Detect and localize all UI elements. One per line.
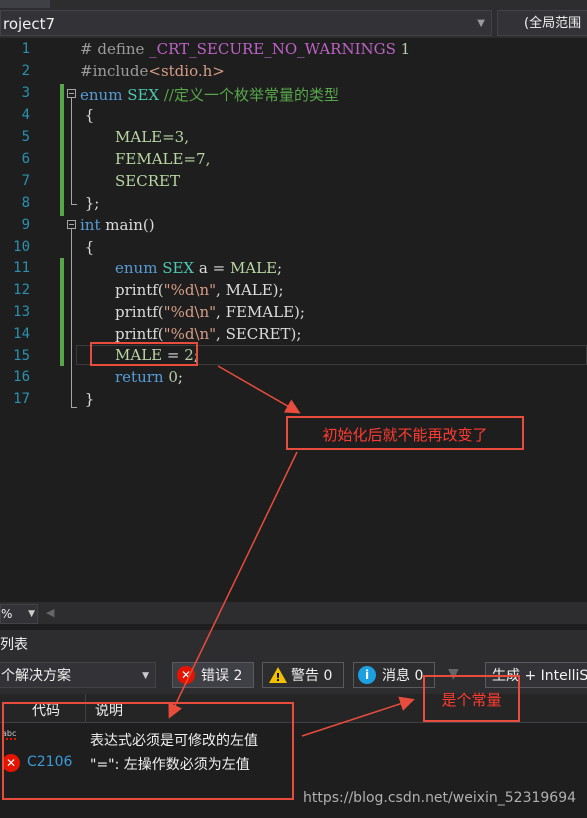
arrow-line [301, 696, 415, 737]
watermark: https://blog.csdn.net/weixin_52319694 [303, 790, 577, 806]
arrow-line [217, 365, 301, 414]
arrow-line [168, 451, 298, 719]
annotation-arrows [168, 365, 415, 737]
